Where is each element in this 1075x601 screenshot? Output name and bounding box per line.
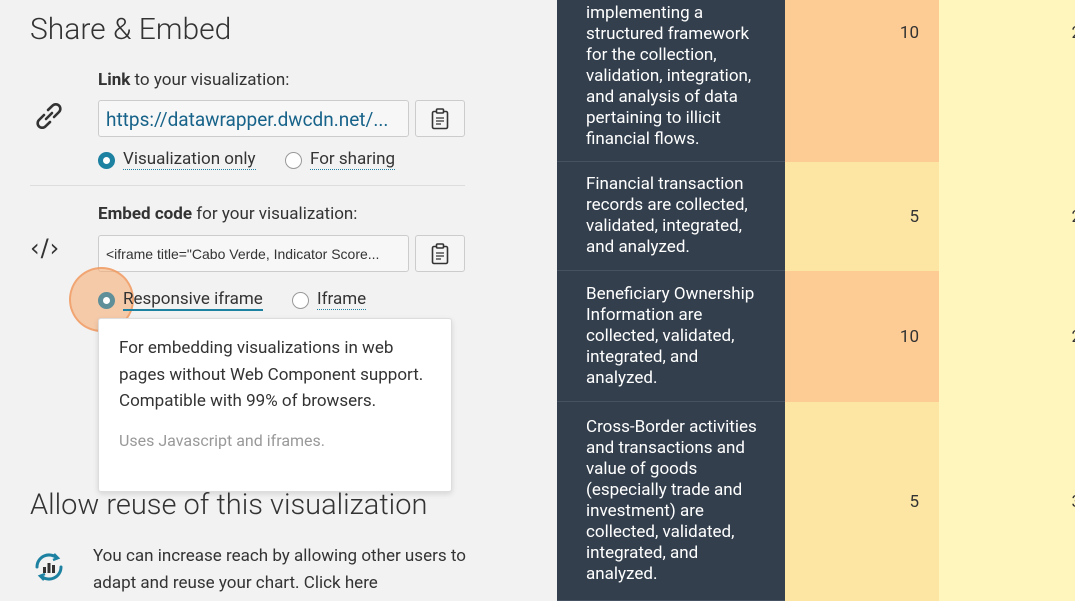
radio-label: For sharing [310,149,396,170]
share-url-field[interactable]: https://datawrapper.dwcdn.net/... [98,100,409,137]
row-label: Financial transaction records are collec… [557,162,785,271]
radio-responsive-iframe[interactable]: Responsive iframe [98,290,263,311]
radio-dot[interactable] [98,292,115,309]
panel-title: Share & Embed [30,12,232,47]
share-embed-panel: Share & Embed Link to your visualization… [0,0,557,601]
table-row: Financial transaction records are collec… [557,162,1075,271]
tooltip-compat: Compatible with 99% of browsers. [119,391,377,411]
code-icon: ‹/› [30,234,61,262]
row-value-2: 3 [939,402,1075,601]
radio-label: Visualization only [123,149,256,170]
table-preview: implementing a structured framework for … [557,0,1075,601]
radio-iframe[interactable]: Iframe [292,289,367,310]
link-icon [31,98,67,138]
tooltip-note: Uses Javascript and iframes. [119,430,326,450]
link-label: Link to your visualization: [98,70,290,90]
tooltip-description: For embedding visualizations in web page… [119,338,424,385]
row-label: Beneficiary Ownership Information are co… [557,271,785,402]
clipboard-icon [431,107,449,129]
radio-label: Iframe [317,289,367,310]
row-value-2: 2 [939,0,1075,162]
radio-dot[interactable] [285,151,302,169]
row-value-1: 10 [785,271,939,402]
row-value-2: 2 [939,162,1075,271]
radio-for-sharing[interactable]: For sharing [285,149,396,170]
table-row: Cross-Border activities and transactions… [557,402,1075,601]
embed-tooltip: For embedding visualizations in web page… [98,318,452,492]
embed-label: Embed code for your visualization: [98,204,358,224]
copy-embed-button[interactable] [415,235,465,272]
radio-dot[interactable] [98,151,115,169]
row-label: implementing a structured framework for … [557,0,785,162]
embed-code-field[interactable]: <iframe title="Cabo Verde, Indicator Sco… [98,235,409,272]
row-value-1: 5 [785,402,939,601]
radio-visualization-only[interactable]: Visualization only [98,150,256,170]
reuse-description[interactable]: You can increase reach by allowing other… [93,543,493,597]
divider [30,185,465,186]
reuse-icon [30,548,68,590]
row-value-2: 2 [939,271,1075,402]
row-value-1: 5 [785,162,939,271]
row-value-1: 10 [785,0,939,162]
table-row: implementing a structured framework for … [557,0,1075,162]
radio-label: Responsive iframe [123,289,263,311]
table-row: Beneficiary Ownership Information are co… [557,271,1075,402]
clipboard-icon [431,242,449,264]
row-label: Cross-Border activities and transactions… [557,402,785,601]
radio-dot[interactable] [292,291,309,309]
reuse-title: Allow reuse of this visualization [30,488,428,522]
copy-link-button[interactable] [415,100,465,137]
